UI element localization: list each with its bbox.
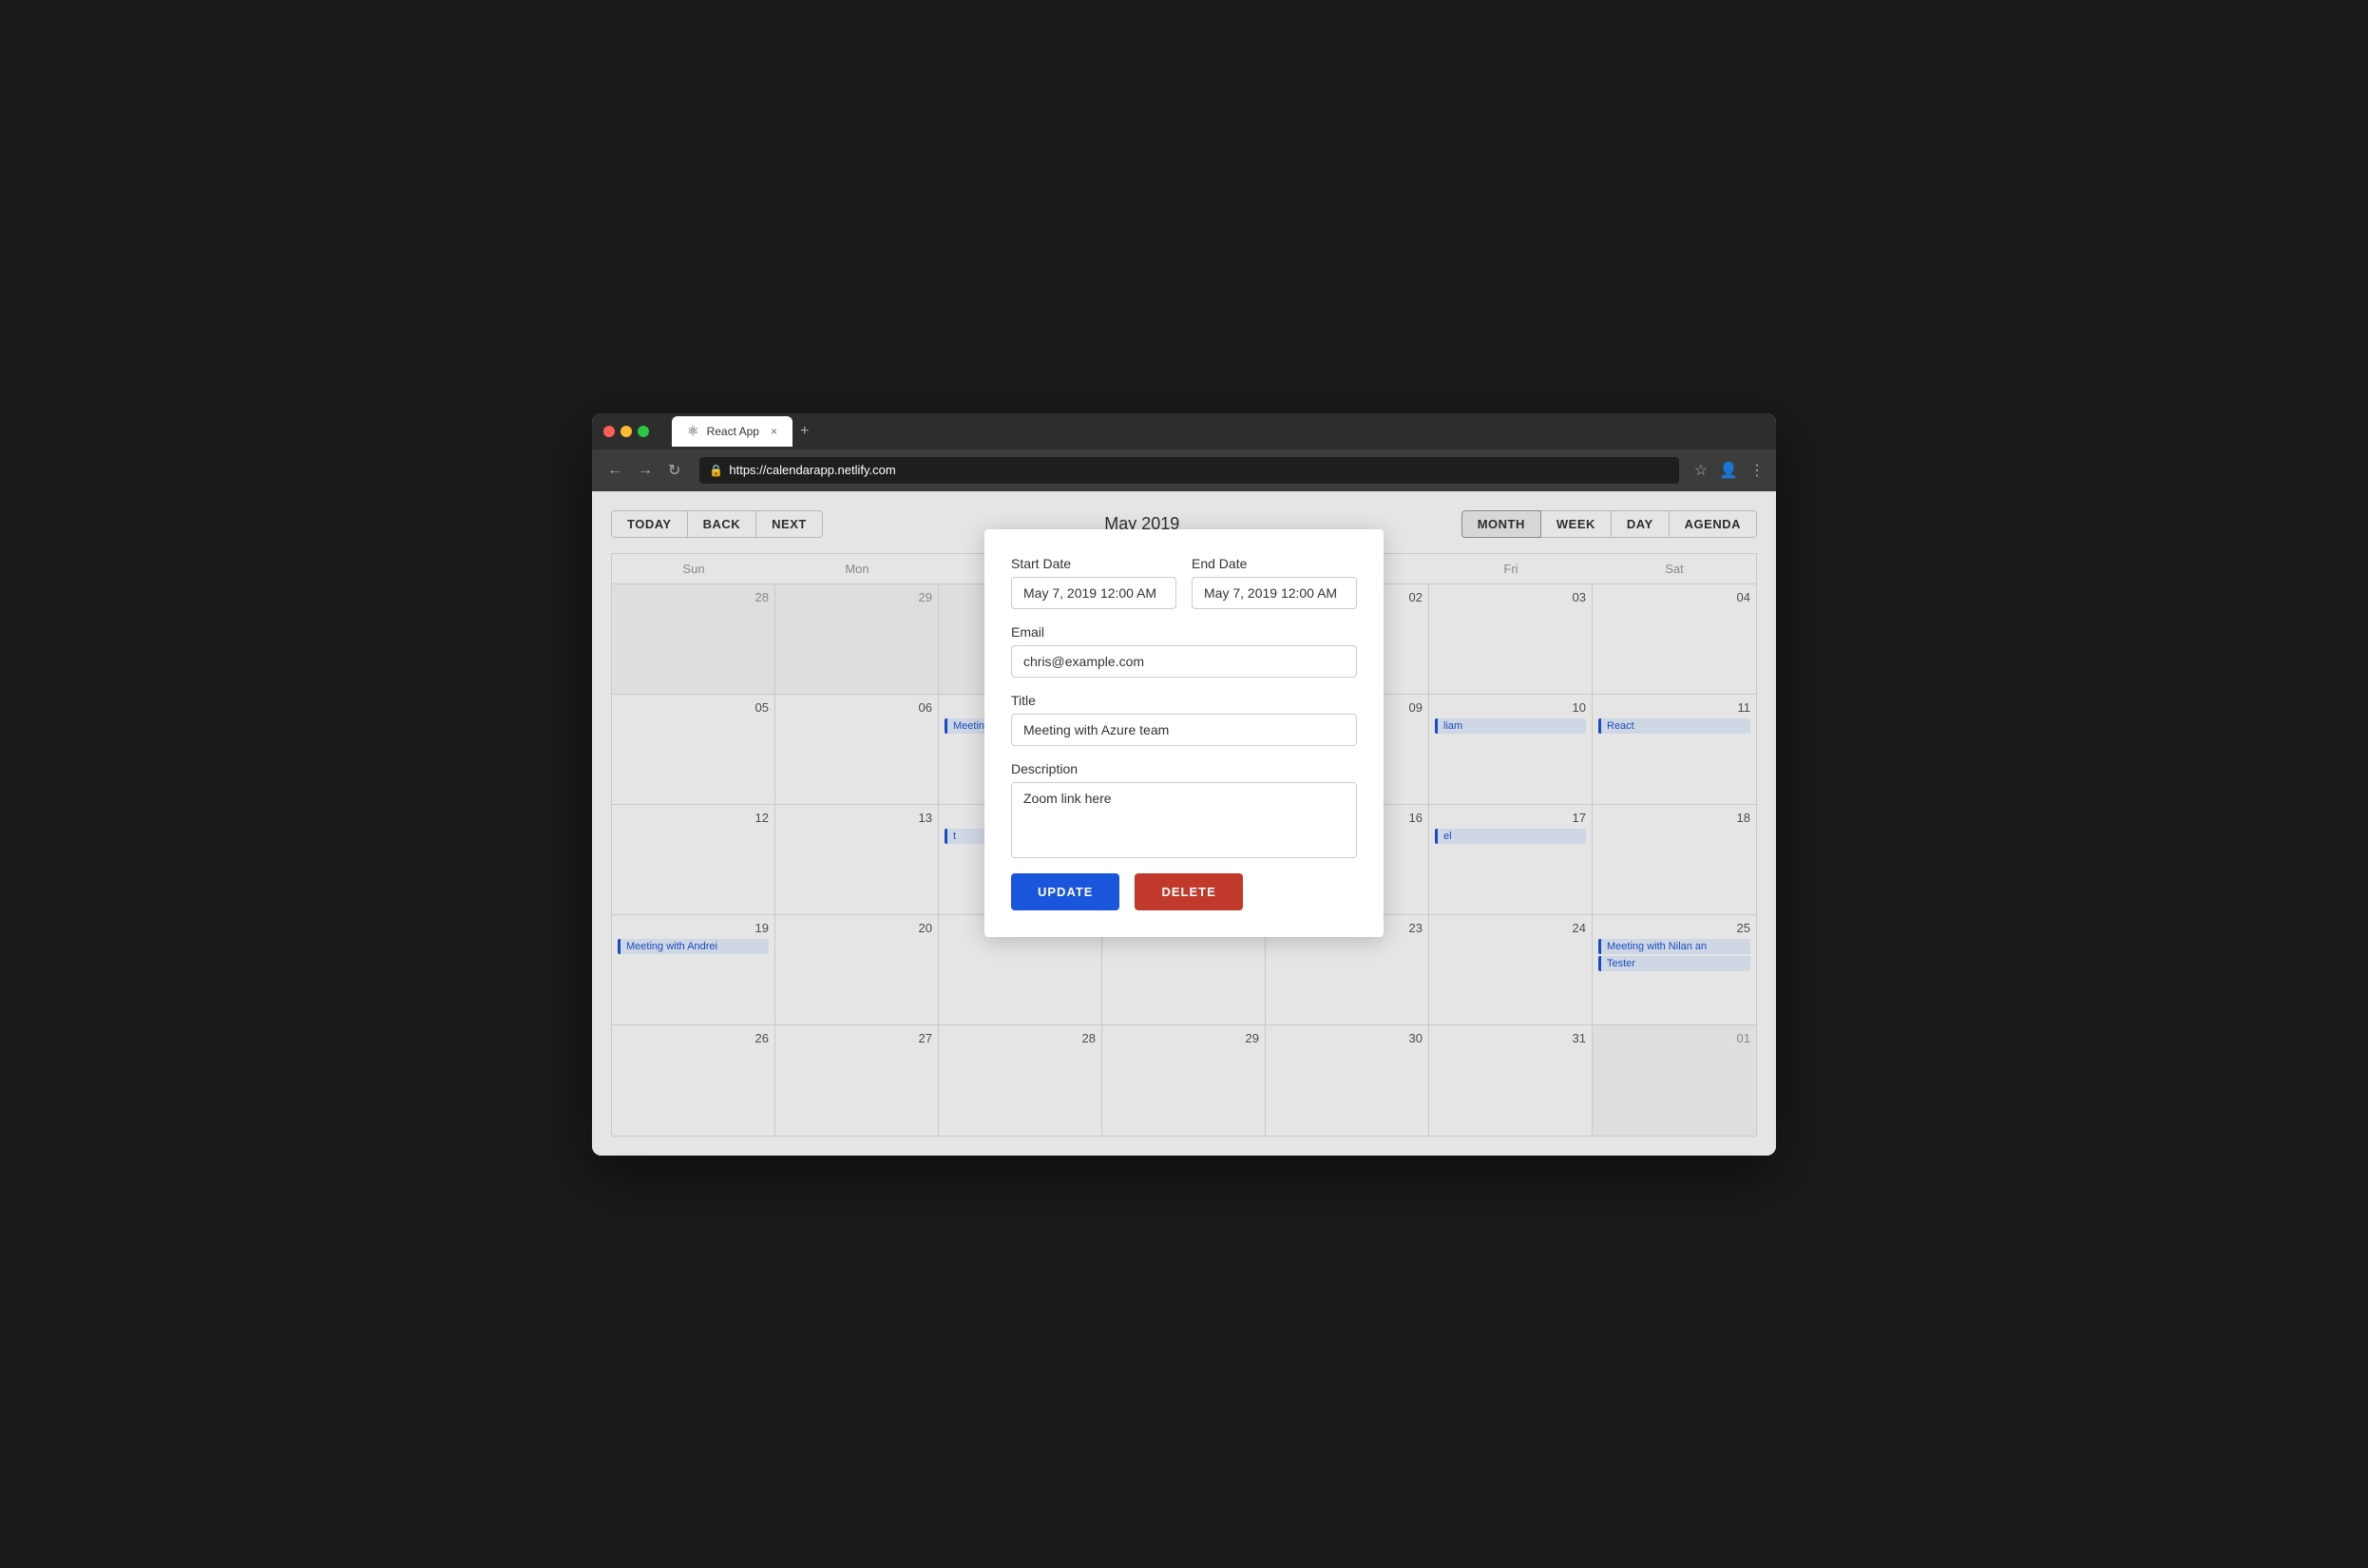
menu-icon[interactable]: ⋮ [1749,461,1765,480]
url-text: https://calendarapp.netlify.com [729,463,895,477]
update-button[interactable]: UPDATE [1011,873,1119,910]
description-textarea[interactable]: Zoom link here [1011,782,1357,858]
event-edit-modal: Start Date End Date Email [984,529,1384,937]
tab-icon: ⚛ [687,423,699,439]
traffic-lights [603,426,649,437]
description-row: Description Zoom link here [1011,761,1357,858]
browser-toolbar: ← → ↻ 🔒 https://calendarapp.netlify.com … [592,449,1776,491]
browser-tab[interactable]: ⚛ React App × [672,416,793,447]
start-date-input[interactable] [1011,577,1176,609]
browser-window: ⚛ React App × + ← → ↻ 🔒 https://calendar… [592,413,1776,1156]
traffic-light-red[interactable] [603,426,615,437]
email-field: Email [1011,624,1357,678]
traffic-light-yellow[interactable] [621,426,632,437]
reload-btn[interactable]: ↻ [664,457,684,484]
browser-actions: ☆ 👤 ⋮ [1694,461,1765,480]
title-row: Title [1011,693,1357,746]
title-label: Title [1011,693,1357,708]
address-bar[interactable]: 🔒 https://calendarapp.netlify.com [699,457,1678,484]
email-input[interactable] [1011,645,1357,678]
end-date-field: End Date [1192,556,1357,609]
email-row: Email [1011,624,1357,678]
profile-icon[interactable]: 👤 [1719,461,1738,480]
title-input[interactable] [1011,714,1357,746]
date-row: Start Date End Date [1011,556,1357,609]
tab-close-btn[interactable]: × [771,425,777,438]
end-date-label: End Date [1192,556,1357,571]
start-date-label: Start Date [1011,556,1176,571]
title-field: Title [1011,693,1357,746]
browser-tabs: ⚛ React App × + [672,416,1765,447]
description-field: Description Zoom link here [1011,761,1357,858]
end-date-input[interactable] [1192,577,1357,609]
modal-buttons: UPDATE DELETE [1011,873,1357,910]
new-tab-btn[interactable]: + [800,423,809,440]
app-content: TODAY BACK NEXT May 2019 MONTH WEEK DAY … [592,491,1776,1156]
traffic-light-green[interactable] [638,426,649,437]
delete-button[interactable]: DELETE [1135,873,1242,910]
browser-titlebar: ⚛ React App × + [592,413,1776,449]
lock-icon: 🔒 [709,464,723,477]
start-date-field: Start Date [1011,556,1176,609]
modal-overlay: Start Date End Date Email [592,491,1776,1156]
forward-nav-btn[interactable]: → [634,458,657,483]
bookmark-icon[interactable]: ☆ [1694,461,1708,480]
tab-title: React App [707,425,759,438]
description-label: Description [1011,761,1357,776]
back-nav-btn[interactable]: ← [603,458,626,483]
email-label: Email [1011,624,1357,640]
